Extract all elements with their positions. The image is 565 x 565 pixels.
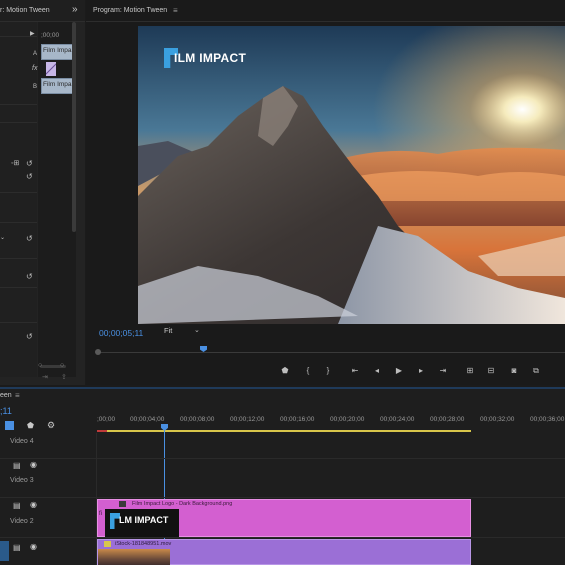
logo-text: ILM IMPACT [174, 51, 247, 65]
mini-scrollbar[interactable] [72, 22, 76, 232]
mountain-sunset-image [138, 26, 565, 324]
program-timecode[interactable]: 00;00;05;11 [99, 328, 143, 338]
eye-icon[interactable]: ◉ [30, 460, 37, 469]
track-a-label: A [33, 51, 38, 57]
track-header-video2[interactable]: ▤ ◉ Video 2 [0, 498, 96, 537]
wrench-icon[interactable]: ⚙ [47, 420, 55, 431]
timeline-tab-title[interactable]: een [0, 392, 12, 399]
play-icon[interactable]: ▶ [393, 366, 405, 376]
mini-clip-a[interactable]: Film Impa [41, 44, 75, 60]
clip-thumbnail [98, 549, 170, 565]
button-editor-icon[interactable]: ⧉ [530, 366, 542, 376]
film-icon[interactable]: ▤ [13, 543, 21, 552]
track-header-video3[interactable]: ▤ ◉ Video 3 [0, 459, 96, 497]
track-name: Video 3 [10, 477, 34, 484]
clip-fx-icon: fi [99, 511, 102, 517]
track-b-label: B [33, 84, 38, 90]
ruler-label: 00;00;08;00 [180, 416, 215, 423]
hamburger-icon[interactable]: ≡ [173, 6, 178, 15]
in-point-icon[interactable]: { [302, 366, 314, 376]
timeline-timecode[interactable]: ;11 [0, 406, 12, 416]
zoom-handle-icon[interactable]: ○ [60, 362, 64, 369]
program-scrub-bar[interactable] [95, 346, 565, 358]
mini-clip-b[interactable]: Film Impa [41, 78, 75, 94]
program-monitor-panel: Program: Motion Tween ≡ ILM IMPACT 00;00… [86, 0, 565, 385]
clip-film-impact-logo[interactable]: Film Impact Logo - Dark Background.png L… [97, 499, 471, 537]
program-tab-title[interactable]: Program: Motion Tween [93, 7, 167, 14]
track-header-video1[interactable]: ▤ ◉ [0, 538, 96, 565]
eye-icon[interactable]: ◉ [30, 542, 37, 551]
reset-icon[interactable]: ↺ [26, 172, 35, 181]
scrub-start-icon[interactable] [95, 349, 101, 355]
step-back-icon[interactable]: ◂ [371, 366, 383, 376]
fx-label: fx [32, 65, 38, 72]
ruler-label: 00;00;20;00 [330, 416, 365, 423]
track-target-toggle[interactable] [0, 541, 9, 561]
ruler-label: 00;00;16;00 [280, 416, 315, 423]
add-keyframe-icon[interactable]: ◦⊞ [11, 159, 19, 167]
marker-icon[interactable]: ⬟ [279, 366, 291, 376]
track-name: Video 4 [10, 438, 34, 445]
panel-tab-bar: r: Motion Tween » [0, 0, 85, 22]
timeline-ruler[interactable]: ;00;00 00;00;04;00 00;00;08;00 00;00;12;… [97, 413, 565, 433]
clip-name: iStock-181848951.mov [115, 541, 172, 547]
step-forward-icon[interactable]: ▸ [415, 366, 427, 376]
ruler-label: 00;00;04;00 [130, 416, 165, 423]
property-list: ◦⊞ ↺ ↺ ⌄ ↺ ↺ ↺ [0, 22, 37, 377]
marker-icon[interactable]: ⬟ [27, 421, 34, 430]
timeline-panel: een ≡ ;11 ⬟ ⚙ ;00;00 00;00;04;00 00;00;0… [0, 389, 565, 565]
effect-controls-panel: r: Motion Tween » ◦⊞ ↺ ↺ ⌄ ↺ ↺ ↺ ▶ ;00;0… [0, 0, 85, 385]
work-area-start [97, 430, 107, 432]
ruler-label: 00;00;32;00 [480, 416, 515, 423]
eye-icon[interactable]: ◉ [30, 500, 37, 509]
transition-thumb[interactable] [46, 62, 56, 76]
hamburger-icon[interactable]: ≡ [15, 391, 20, 400]
program-tab-bar: Program: Motion Tween ≡ [86, 0, 565, 22]
clip-istock-video[interactable]: iStock-181848951.mov [97, 539, 471, 565]
ruler-label: 00;00;36;00 [530, 416, 565, 423]
go-to-in-icon[interactable]: ⇤ [349, 366, 361, 376]
out-point-icon[interactable]: } [322, 366, 334, 376]
snap-icon[interactable] [5, 421, 14, 430]
overwrite-icon[interactable]: ⊟ [485, 366, 497, 376]
reset-icon[interactable]: ↺ [26, 159, 35, 168]
filter-icon[interactable]: ⇥ [42, 373, 48, 381]
work-area-bar[interactable] [97, 430, 471, 432]
track-name: Video 2 [10, 518, 34, 525]
insert-icon[interactable]: ⊞ [464, 366, 476, 376]
chevron-down-icon: ⌄ [194, 327, 200, 334]
double-chevron-right-icon[interactable]: » [72, 4, 78, 15]
panel-tab-title[interactable]: r: Motion Tween [0, 7, 50, 14]
clip-thumbnail: LM IMPACT [105, 509, 179, 537]
dropdown-icon[interactable]: ⌄ [0, 234, 5, 241]
ruler-label: ;00;00 [97, 416, 116, 423]
ruler-label: 00;00;24;00 [380, 416, 415, 423]
track-header-video4[interactable]: Video 4 [0, 433, 96, 458]
clip-fx-badge-icon [104, 541, 111, 547]
export-icon[interactable]: ⇪ [61, 373, 67, 381]
mini-timeline: ▶ ;00;00 A Film Impa fx B Film Impa ○ ○ [30, 22, 76, 377]
timeline-tab-bar: een ≡ [0, 389, 565, 403]
go-to-out-icon[interactable]: ⇥ [437, 366, 449, 376]
transport-controls: ⬟ { } ⇤ ◂ ▶ ▸ ⇥ ⊞ ⊟ ◙ ⧉ [279, 366, 559, 378]
ruler-label: 00;00;12;00 [230, 416, 265, 423]
play-small-icon[interactable]: ▶ [30, 30, 35, 37]
video-frame[interactable]: ILM IMPACT [138, 26, 565, 324]
film-icon[interactable]: ▤ [13, 461, 21, 470]
clip-name: Film Impact Logo - Dark Background.png [132, 501, 233, 507]
reset-icon[interactable]: ↺ [26, 234, 35, 243]
fit-dropdown[interactable]: Fit ⌄ [164, 326, 204, 337]
clip-fx-badge-icon [119, 501, 126, 507]
reset-icon[interactable]: ↺ [26, 332, 35, 341]
ruler-label: 00;00;28;00 [430, 416, 465, 423]
export-frame-icon[interactable]: ◙ [508, 366, 520, 376]
film-icon[interactable]: ▤ [13, 501, 21, 510]
mini-ruler-time: ;00;00 [41, 32, 60, 39]
reset-icon[interactable]: ↺ [26, 272, 35, 281]
zoom-handle-icon[interactable]: ○ [38, 362, 42, 369]
